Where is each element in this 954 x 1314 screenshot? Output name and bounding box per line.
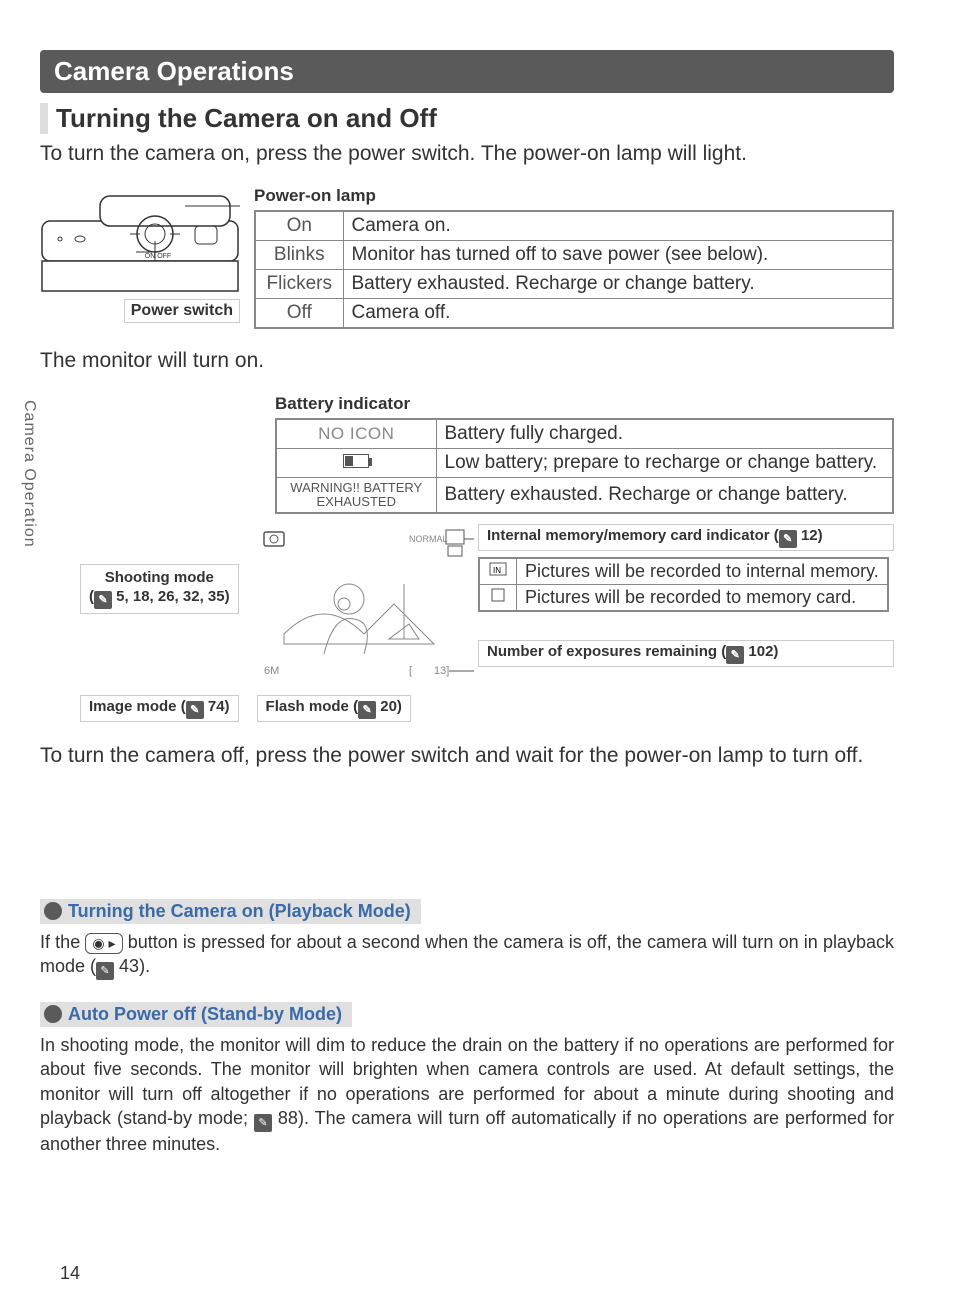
lcd-illustration: NORMAL 6M [ 13] <box>254 524 474 689</box>
flash-mode-label: Flash mode (✎ 20) <box>257 695 411 722</box>
power-lamp-table: OnCamera on. BlinksMonitor has turned of… <box>254 210 894 329</box>
table-row: INPictures will be recorded to internal … <box>479 558 888 585</box>
table-row: Low battery; prepare to recharge or chan… <box>276 448 893 477</box>
camera-top-illustration: ON OFF Power switch <box>40 186 240 323</box>
mem-table: INPictures will be recorded to internal … <box>478 557 889 612</box>
turn-off-text: To turn the camera off, press the power … <box>40 742 894 770</box>
svg-text:[: [ <box>409 665 412 677</box>
tip1-title: Turning the Camera on (Playback Mode) <box>40 899 421 924</box>
mem-indicator-label: Internal memory/memory card indicator (✎… <box>478 524 894 551</box>
page-ref-icon: ✎ <box>779 530 797 548</box>
page-ref-icon: ✎ <box>94 591 112 609</box>
battery-low-icon <box>343 454 369 468</box>
svg-text:13]: 13] <box>434 665 449 677</box>
side-tab: Camera Operation <box>20 400 38 548</box>
page-ref-icon: ✎ <box>726 646 744 664</box>
page-ref-icon: ✎ <box>186 701 204 719</box>
battery-title: Battery indicator <box>275 394 894 414</box>
shooting-mode-label: Shooting mode (✎ 5, 18, 26, 32, 35) <box>80 564 239 614</box>
table-row: OnCamera on. <box>255 211 893 241</box>
tip2-title: Auto Power off (Stand-by Mode) <box>40 1002 352 1027</box>
page-ref-icon: ✎ <box>254 1114 272 1132</box>
power-lamp-title: Power-on lamp <box>254 186 894 206</box>
svg-text:ON OFF: ON OFF <box>145 253 171 260</box>
svg-text:6M: 6M <box>264 665 279 677</box>
svg-text:NORMAL: NORMAL <box>409 534 448 544</box>
camera-playback-button-icon: ◉ ▸ <box>85 933 122 954</box>
table-row: FlickersBattery exhausted. Recharge or c… <box>255 270 893 299</box>
intro-text: To turn the camera on, press the power s… <box>40 140 894 168</box>
monitor-text: The monitor will turn on. <box>40 347 894 375</box>
tip2-text: In shooting mode, the monitor will dim t… <box>40 1033 894 1156</box>
page-number: 14 <box>60 1263 80 1284</box>
table-row: NO ICONBattery fully charged. <box>276 419 893 449</box>
power-switch-label: Power switch <box>124 299 240 323</box>
memory-card-icon <box>488 587 508 603</box>
exposures-label: Number of exposures remaining (✎ 102) <box>478 640 894 667</box>
table-row: OffCamera off. <box>255 299 893 329</box>
section-title-bar: Camera Operations <box>40 50 894 93</box>
table-row: BlinksMonitor has turned off to save pow… <box>255 241 893 270</box>
tip1-text: If the ◉ ▸ button is pressed for about a… <box>40 930 894 980</box>
page-ref-icon: ✎ <box>96 962 114 980</box>
internal-memory-icon: IN <box>488 561 508 577</box>
subheading: Turning the Camera on and Off <box>40 103 894 134</box>
table-row: Pictures will be recorded to memory card… <box>479 585 888 612</box>
svg-text:IN: IN <box>493 566 501 575</box>
image-mode-label: Image mode (✎ 74) <box>80 695 239 722</box>
page-ref-icon: ✎ <box>358 701 376 719</box>
battery-table: NO ICONBattery fully charged. Low batter… <box>275 418 894 515</box>
table-row: WARNING!! BATTERY EXHAUSTEDBattery exhau… <box>276 477 893 513</box>
